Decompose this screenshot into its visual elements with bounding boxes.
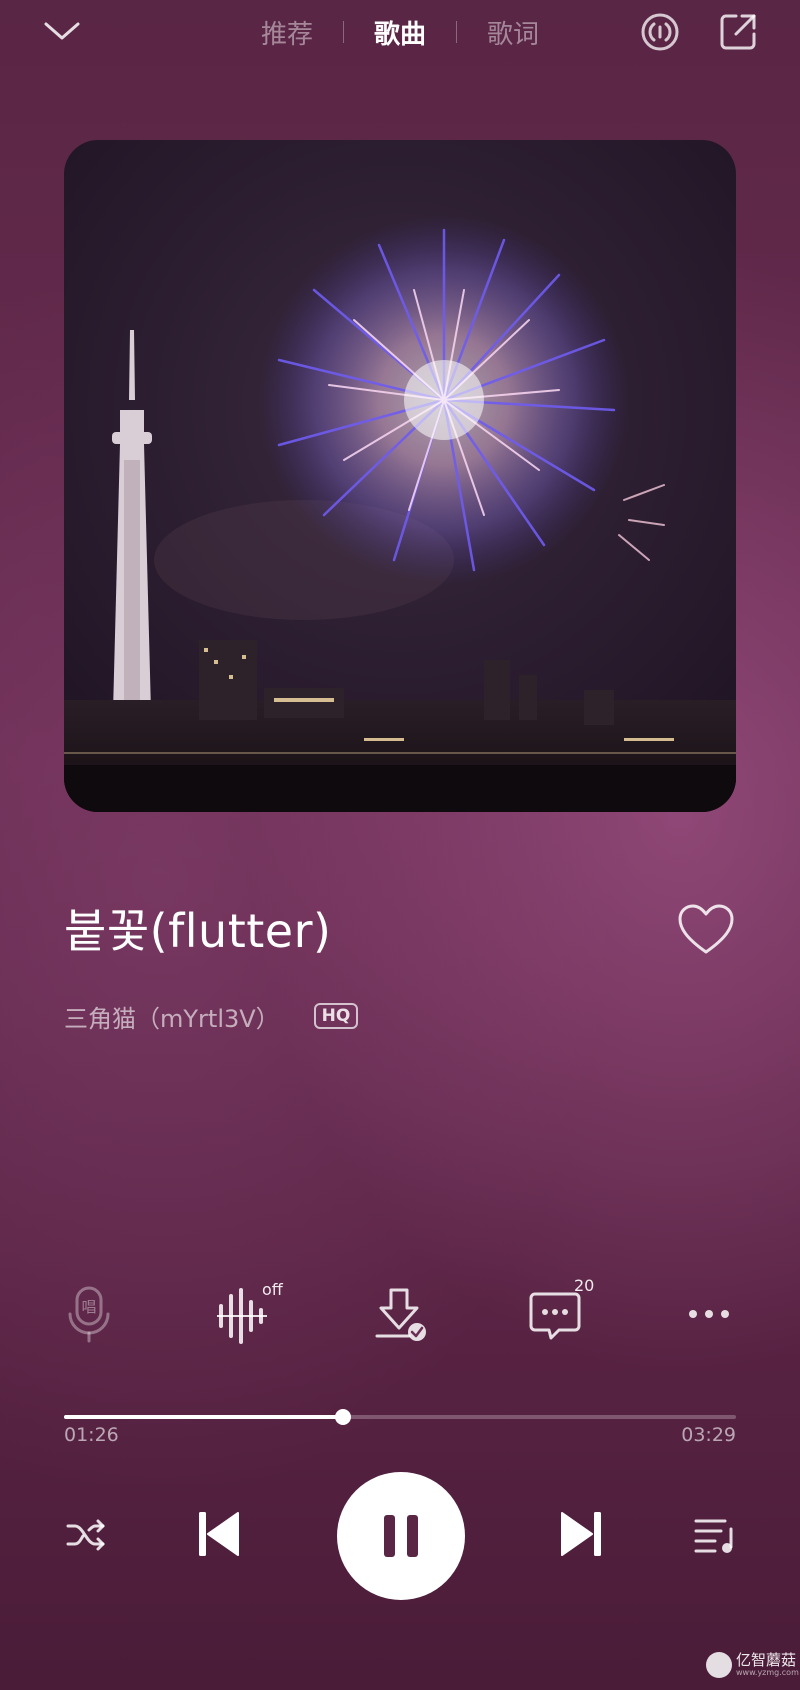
download-done-icon	[375, 1288, 426, 1341]
tab-lyrics[interactable]: 歌词	[457, 14, 569, 51]
skip-previous-icon	[199, 1512, 239, 1556]
microphone-icon: 唱	[68, 1286, 110, 1343]
karaoke-icon-text: 唱	[81, 1298, 96, 1316]
quality-badge[interactable]: HQ	[313, 1003, 359, 1029]
watermark-sub: www.yzmg.com	[736, 1668, 799, 1677]
progress-knob[interactable]	[334, 1409, 351, 1425]
top-bar: 推荐 歌曲 歌词	[0, 0, 800, 64]
tab-song[interactable]: 歌曲	[344, 14, 456, 51]
watermark: 亿智蘑菇 www.yzmg.com	[706, 1652, 799, 1678]
broadcast-button[interactable]	[638, 10, 682, 54]
skip-next-icon	[561, 1512, 601, 1556]
pause-icon	[384, 1515, 418, 1557]
comments-button[interactable]: 20	[510, 1276, 600, 1350]
share-button[interactable]	[716, 10, 760, 54]
karaoke-button[interactable]: 唱	[44, 1278, 134, 1350]
effect-off-badge: off	[262, 1280, 283, 1299]
comment-count: 20	[574, 1276, 595, 1295]
playlist-icon	[694, 1519, 733, 1553]
more-icon	[689, 1310, 729, 1318]
artist-name[interactable]: 三角猫（mYrtl3V）	[64, 999, 280, 1034]
broadcast-icon	[641, 13, 679, 51]
tab-recommend[interactable]: 推荐	[231, 14, 343, 51]
progress-slider[interactable]	[64, 1402, 736, 1432]
next-button[interactable]	[552, 1504, 612, 1564]
progress-fill	[64, 1415, 343, 1419]
like-button[interactable]	[676, 902, 736, 958]
playlist-button[interactable]	[686, 1506, 744, 1564]
heart-icon	[678, 904, 734, 954]
sound-effect-button[interactable]: off	[198, 1278, 288, 1350]
song-title: 붙꽃(flutter)	[64, 904, 332, 958]
album-art	[64, 140, 736, 812]
download-button[interactable]	[356, 1278, 446, 1350]
watermark-logo-icon	[706, 1652, 732, 1678]
artist-row: 三角猫（mYrtl3V） HQ	[64, 996, 359, 1036]
shuffle-icon	[66, 1519, 105, 1551]
share-icon	[720, 14, 756, 50]
more-button[interactable]	[664, 1278, 754, 1350]
previous-button[interactable]	[188, 1504, 248, 1564]
total-time: 03:29	[681, 1424, 736, 1446]
watermark-text: 亿智蘑菇	[736, 1651, 797, 1669]
play-pause-button[interactable]	[337, 1472, 465, 1600]
current-time: 01:26	[64, 1424, 119, 1446]
shuffle-button[interactable]	[58, 1506, 116, 1564]
